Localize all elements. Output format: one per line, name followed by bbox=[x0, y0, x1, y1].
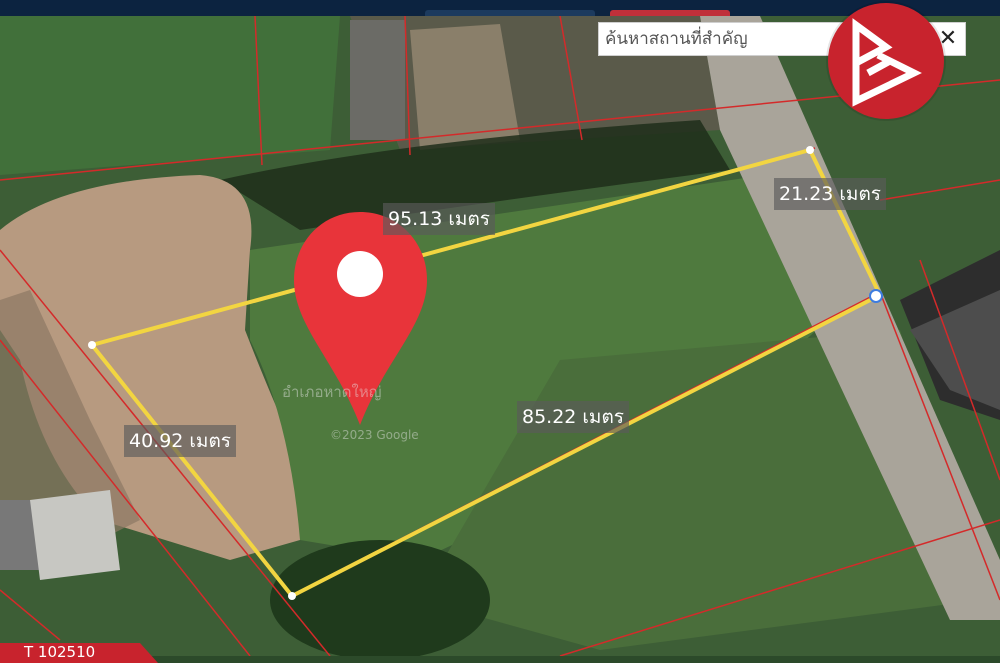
top-tab[interactable] bbox=[425, 10, 595, 16]
top-tab-active[interactable] bbox=[610, 10, 730, 16]
house-roof bbox=[30, 490, 120, 580]
boundary-vertex[interactable] bbox=[288, 592, 296, 600]
boundary-vertex[interactable] bbox=[806, 146, 814, 154]
measurement-bottom: 85.22 เมตร bbox=[517, 401, 629, 433]
brand-logo-icon bbox=[828, 3, 944, 119]
listing-badge: T 102510 bbox=[0, 643, 158, 663]
place-label: อำเภอหาดใหญ่ bbox=[282, 383, 382, 401]
measurement-right: 21.23 เมตร bbox=[774, 178, 886, 210]
map-copyright: ©2023 Google bbox=[330, 428, 419, 442]
boundary-vertex[interactable] bbox=[88, 341, 96, 349]
boundary-vertex[interactable] bbox=[869, 289, 883, 303]
measurement-top: 95.13 เมตร bbox=[383, 203, 495, 235]
tree-cluster bbox=[270, 540, 490, 656]
roof-structure bbox=[350, 20, 405, 140]
measurement-left: 40.92 เมตร bbox=[124, 425, 236, 457]
